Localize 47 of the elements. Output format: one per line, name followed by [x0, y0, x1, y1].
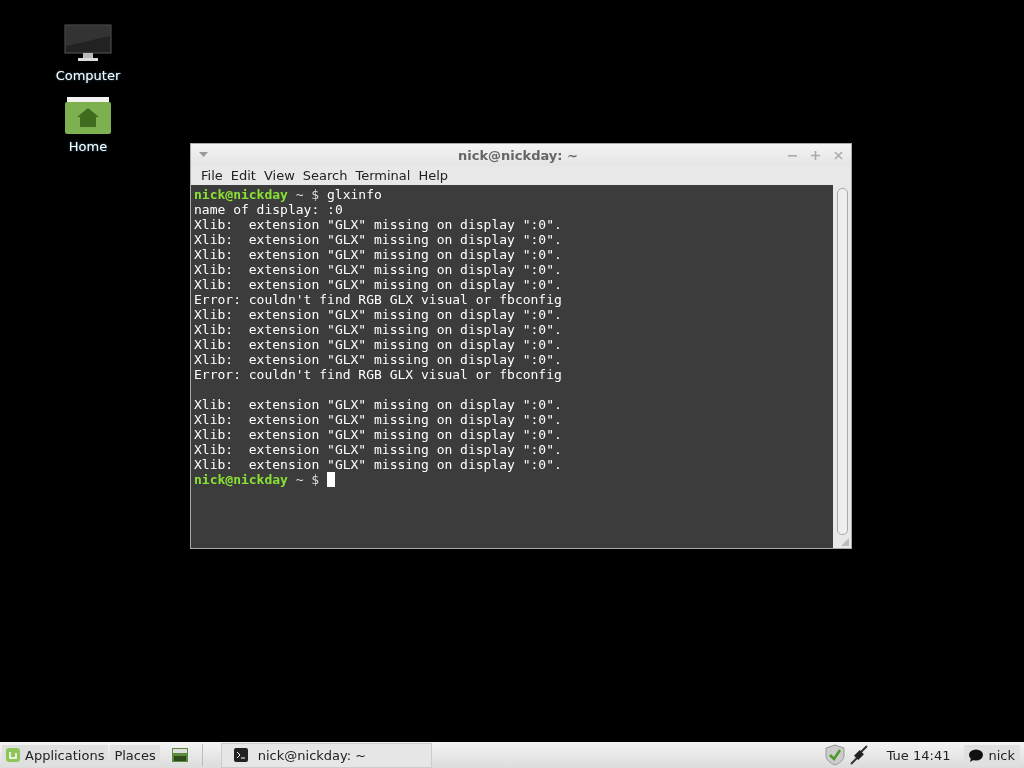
output-line: Xlib: extension "GLX" missing on display ":0". [194, 427, 562, 442]
output-line: Xlib: extension "GLX" missing on display ":0". [194, 352, 562, 367]
output-line: Xlib: extension "GLX" missing on display ":0". [194, 397, 562, 412]
prompt-user: nick@nickday [194, 472, 288, 487]
taskbar-window-button[interactable]: nick@nickday: ~ [220, 742, 432, 768]
prompt-path: ~ $ [295, 472, 320, 487]
close-icon[interactable] [834, 150, 843, 160]
output-line: Xlib: extension "GLX" missing on display ":0". [194, 277, 562, 292]
scrollbar-thumb[interactable] [836, 188, 848, 535]
output-line: Xlib: extension "GLX" missing on display ":0". [194, 247, 562, 262]
clock-text[interactable]: Tue 14:41 [886, 747, 951, 763]
dropdown-arrow-icon[interactable] [199, 152, 208, 158]
maximize-icon[interactable] [811, 150, 820, 160]
output-line: Xlib: extension "GLX" missing on display ":0". [194, 232, 562, 247]
prompt-path: ~ $ [295, 187, 320, 202]
mint-logo-icon [6, 748, 20, 762]
menu-item[interactable]: Search [298, 168, 352, 183]
output-line: name of display: :0 [194, 202, 343, 217]
output-line: Xlib: extension "GLX" missing on display ":0". [194, 457, 562, 472]
terminal-icon [233, 748, 248, 762]
menu-item[interactable]: Terminal [351, 168, 415, 183]
shield-check-icon[interactable] [824, 744, 845, 766]
output-line: Error: couldn't find RGB GLX visual or fbconfig [194, 292, 562, 307]
monitor-icon[interactable] [64, 24, 112, 64]
output-line: Xlib: extension "GLX" missing on display ":0". [194, 322, 562, 337]
show-desktop-icon[interactable] [171, 748, 188, 762]
output-line: Xlib: extension "GLX" missing on display ":0". [194, 262, 562, 277]
menu-item[interactable]: View [259, 168, 299, 183]
output-line: Error: couldn't find RGB GLX visual or fbconfig [194, 367, 562, 382]
output-line: Xlib: extension "GLX" missing on display ":0". [194, 307, 562, 322]
prompt-user: nick@nickday [194, 187, 288, 202]
desktop-icon-label[interactable]: Computer [55, 68, 121, 83]
applications-menu-button[interactable]: Applications [2, 744, 109, 766]
home-folder-icon[interactable] [65, 95, 111, 135]
menu-item[interactable]: Edit [226, 168, 260, 183]
network-plug-icon[interactable] [848, 744, 869, 766]
speech-bubble-icon [969, 748, 984, 762]
output-line: Xlib: extension "GLX" missing on display ":0". [194, 217, 562, 232]
menu-item[interactable]: File [197, 168, 227, 183]
desktop-icon-label[interactable]: Home [68, 139, 108, 154]
window-title: nick@nickday: ~ [457, 147, 579, 163]
output-line: Xlib: extension "GLX" missing on display ":0". [194, 337, 562, 352]
resize-grip-icon[interactable] [841, 538, 849, 546]
menu-item[interactable]: Help [414, 168, 453, 183]
output-line: Xlib: extension "GLX" missing on display ":0". [194, 412, 562, 427]
command-text: glxinfo [327, 187, 382, 202]
output-line: Xlib: extension "GLX" missing on display ":0". [194, 442, 562, 457]
